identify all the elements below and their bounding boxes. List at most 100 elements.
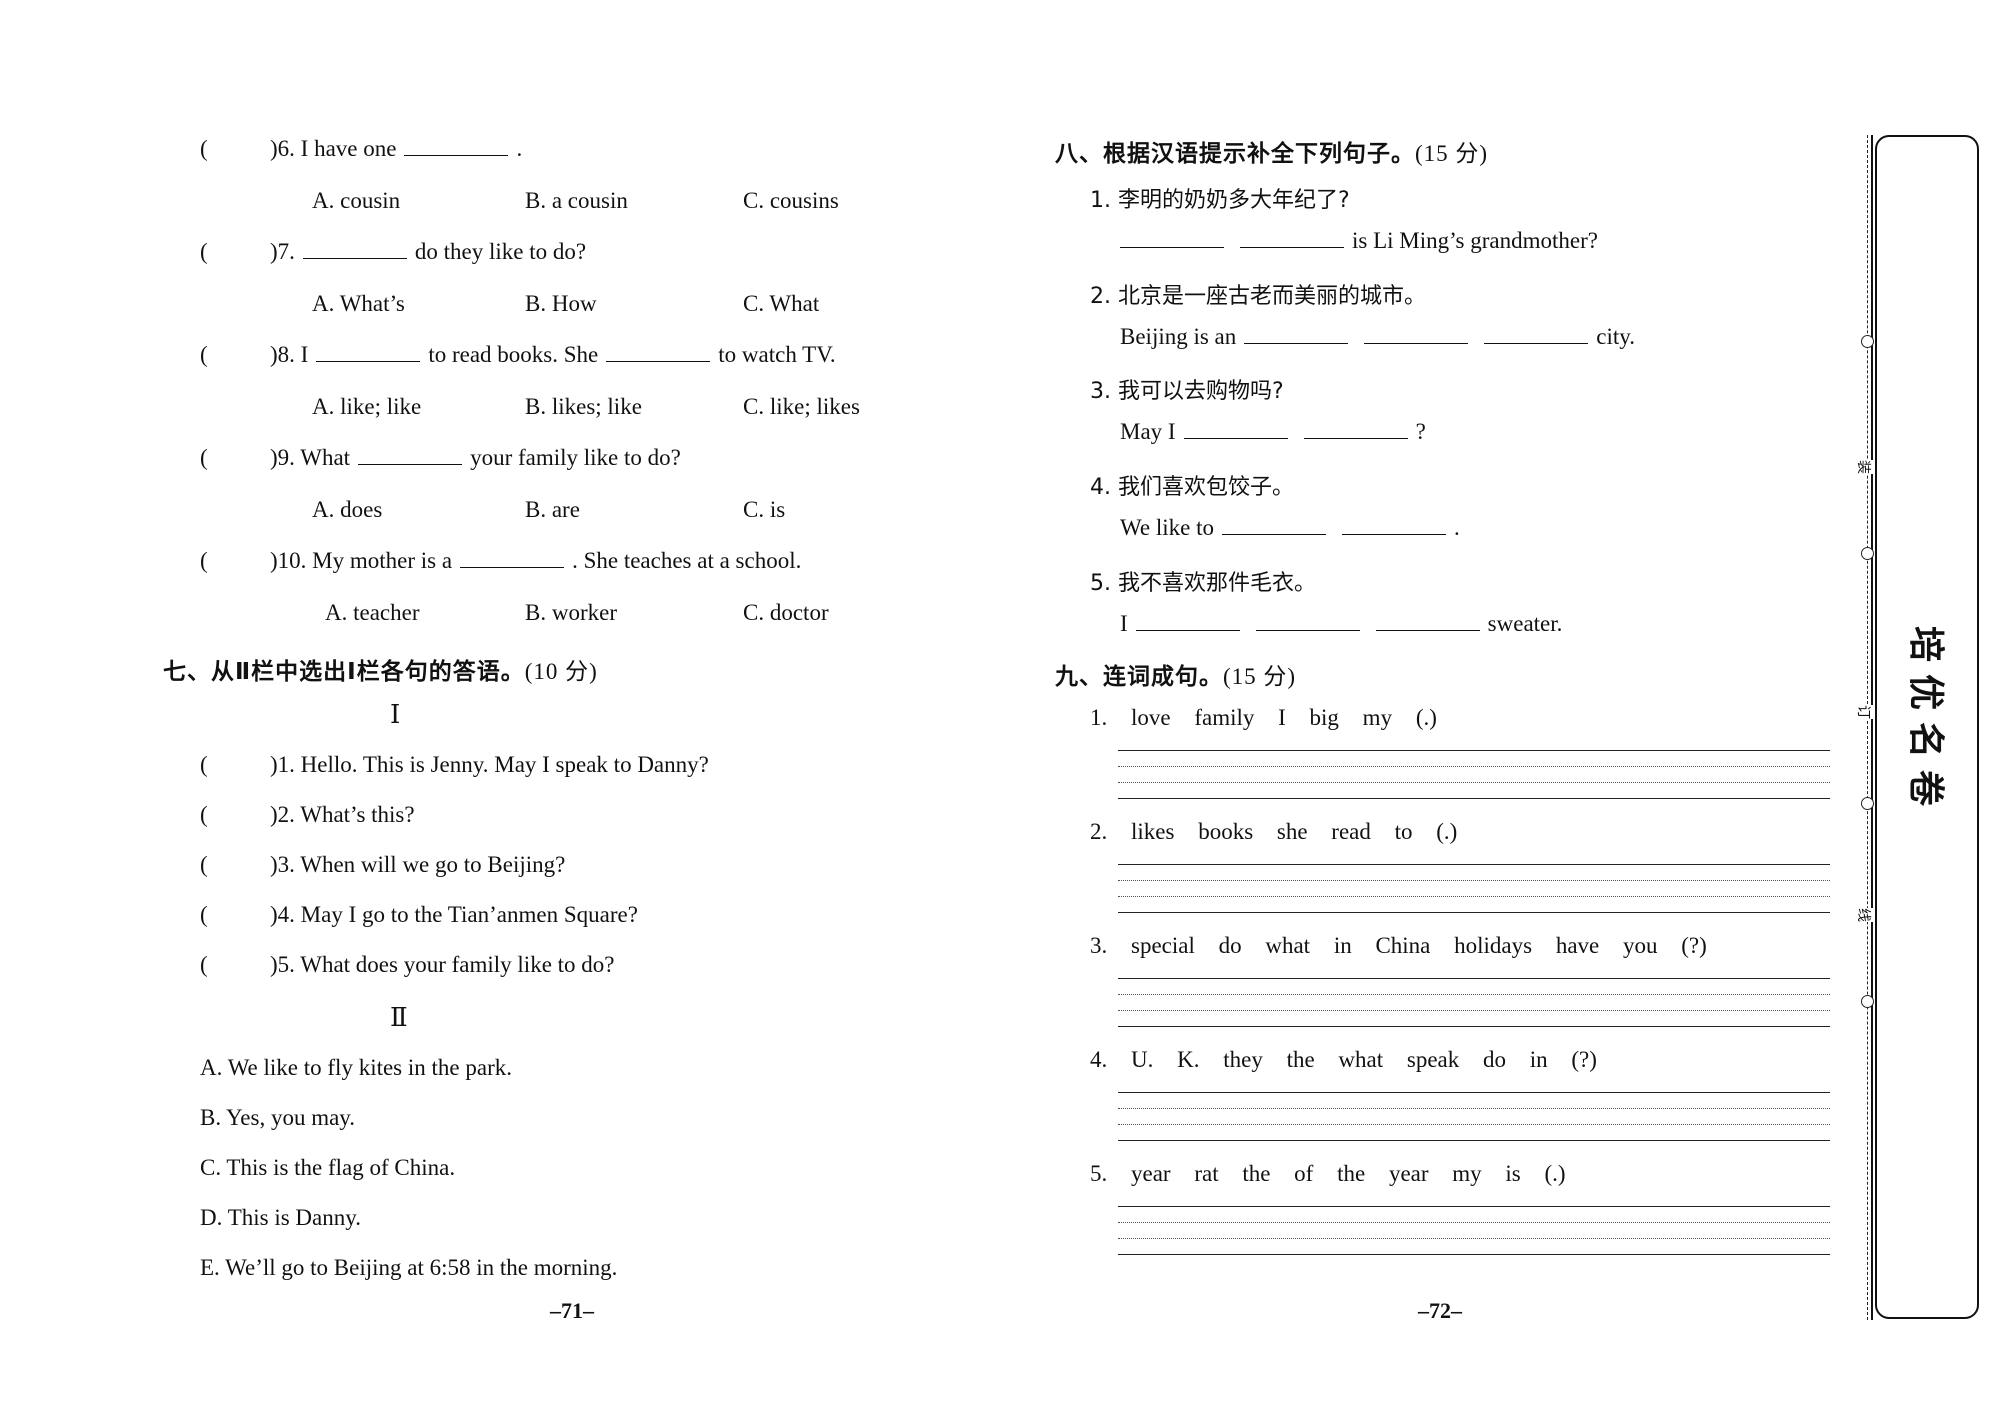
answer-blank[interactable] (1303, 437, 1408, 439)
writing-lines[interactable] (1118, 864, 1830, 914)
section7-points: (10 分) (524, 659, 598, 684)
answer-parenthesis[interactable]: ( (200, 752, 270, 778)
english-sentence: May I? (1120, 419, 1426, 445)
binding-hole-icon (1861, 335, 1874, 348)
binding-line: 装 订 线 (1854, 135, 1874, 1320)
chinese-prompt: 4. 我们喜欢包饺子。 (1090, 475, 1294, 500)
question-number: )7. (270, 239, 295, 264)
writing-line-bottom (1118, 1254, 1830, 1255)
answer-blank[interactable] (1484, 342, 1589, 344)
answer-blank[interactable] (358, 463, 463, 465)
writing-lines[interactable] (1118, 978, 1830, 1028)
page-number-right: –72– (1418, 1298, 1462, 1323)
writing-lines[interactable] (1118, 1092, 1830, 1142)
match-question-row: ()3. When will we go to Beijing? (200, 852, 565, 878)
writing-lines[interactable] (1118, 1206, 1830, 1256)
page-number-left: –71– (550, 1298, 594, 1323)
english-sentence: Beijing is an city. (1120, 324, 1635, 350)
sentence-text: . (1453, 515, 1460, 540)
question-text: to read books. She (428, 342, 599, 367)
answer-parenthesis[interactable]: ( (200, 902, 270, 928)
answer-option[interactable]: A. teacher (325, 600, 420, 626)
answer-option[interactable]: B. likes; like (525, 394, 642, 420)
scrambled-words: 2. likes books she read to (.) (1090, 819, 1458, 844)
binding-hole-icon (1861, 995, 1874, 1008)
answer-option[interactable]: C. What (743, 291, 819, 317)
answer-option[interactable]: A. like; like (312, 394, 421, 420)
binding-dashed-line (1867, 135, 1868, 1320)
answer-parenthesis[interactable]: ( (200, 852, 270, 878)
answer-option[interactable]: A. cousin (312, 188, 400, 214)
binding-hole-icon (1861, 797, 1874, 810)
chinese-prompt: 3. 我可以去购物吗? (1090, 379, 1284, 404)
answer-parenthesis[interactable]: ( (200, 445, 270, 471)
match-answer-row: A. We like to fly kites in the park. (200, 1055, 512, 1080)
match-question-text: )4. May I go to the Tian’anmen Square? (270, 902, 638, 927)
writing-line-dotted (1118, 1238, 1830, 1239)
answer-parenthesis[interactable]: ( (200, 952, 270, 978)
writing-lines[interactable] (1118, 750, 1830, 800)
writing-line-bottom (1118, 1026, 1830, 1027)
answer-parenthesis[interactable]: ( (200, 136, 270, 162)
match-answer-row: C. This is the flag of China. (200, 1155, 456, 1180)
answer-blank[interactable] (1364, 342, 1469, 344)
logo-char: 卷 (1905, 769, 1946, 806)
answer-option[interactable]: C. like; likes (743, 394, 860, 420)
question-row: ()9. What your family like to do? (200, 445, 681, 471)
answer-blank[interactable] (1135, 629, 1240, 631)
answer-blank[interactable] (460, 566, 565, 568)
writing-line-top (1118, 750, 1830, 751)
answer-option[interactable]: A. does (312, 497, 382, 523)
answer-blank[interactable] (1244, 342, 1349, 344)
answer-blank[interactable] (316, 360, 421, 362)
match-question-row: ()1. Hello. This is Jenny. May I speak t… (200, 752, 709, 778)
answer-blank[interactable] (1120, 246, 1224, 248)
chinese-prompt: 2. 北京是一座古老而美丽的城市。 (1090, 284, 1426, 309)
chinese-prompt: 1. 李明的奶奶多大年纪了? (1090, 188, 1350, 213)
match-question-text: )5. What does your family like to do? (270, 952, 615, 977)
answer-blank[interactable] (1183, 437, 1288, 439)
answer-blank[interactable] (302, 257, 407, 259)
answer-blank[interactable] (1240, 246, 1344, 248)
answer-option[interactable]: C. doctor (743, 600, 829, 626)
answer-option[interactable]: B. worker (525, 600, 617, 626)
scrambled-words: 3. special do what in China holidays hav… (1090, 933, 1707, 958)
answer-option[interactable]: A. What’s (312, 291, 405, 317)
answer-option[interactable]: B. How (525, 291, 597, 317)
writing-line-dotted (1118, 1222, 1830, 1223)
answer-option[interactable]: C. cousins (743, 188, 839, 214)
answer-parenthesis[interactable]: ( (200, 548, 270, 574)
writing-line-top (1118, 864, 1830, 865)
answer-option[interactable]: B. a cousin (525, 188, 628, 214)
section9-title: 九、连词成句。 (1055, 664, 1223, 690)
question-text: do they like to do? (414, 239, 587, 264)
sentence-text: We like to (1120, 515, 1214, 540)
section9-points: (15 分) (1223, 664, 1297, 689)
question-number: )9. (270, 445, 295, 470)
answer-parenthesis[interactable]: ( (200, 342, 270, 368)
column1-label: Ⅰ (390, 700, 401, 729)
english-sentence: We like to. (1120, 515, 1460, 541)
answer-blank[interactable] (1221, 533, 1326, 535)
question-text: My mother is a (312, 548, 453, 573)
question-number: )6. (270, 136, 295, 161)
section7-title: 七、从Ⅱ栏中选出Ⅰ栏各句的答语。 (163, 659, 525, 685)
match-question-text: )2. What’s this? (270, 802, 415, 827)
answer-option[interactable]: C. is (743, 497, 785, 523)
answer-blank[interactable] (404, 154, 509, 156)
binding-mark: 线 (1854, 908, 1874, 922)
answer-blank[interactable] (606, 360, 711, 362)
answer-parenthesis[interactable]: ( (200, 802, 270, 828)
answer-blank[interactable] (1255, 629, 1360, 631)
answer-blank[interactable] (1375, 629, 1480, 631)
writing-line-dotted (1118, 782, 1830, 783)
section8-heading: 八、根据汉语提示补全下列句子。(15 分) (1055, 134, 1488, 168)
binding-mark: 订 (1854, 705, 1874, 719)
brand-logo: 培 优 名 卷 (1895, 620, 1955, 830)
answer-option[interactable]: B. are (525, 497, 580, 523)
answer-parenthesis[interactable]: ( (200, 239, 270, 265)
answer-blank[interactable] (1341, 533, 1446, 535)
match-answer-row: D. This is Danny. (200, 1205, 361, 1230)
writing-line-dotted (1118, 1124, 1830, 1125)
sentence-text: city. (1596, 324, 1636, 349)
